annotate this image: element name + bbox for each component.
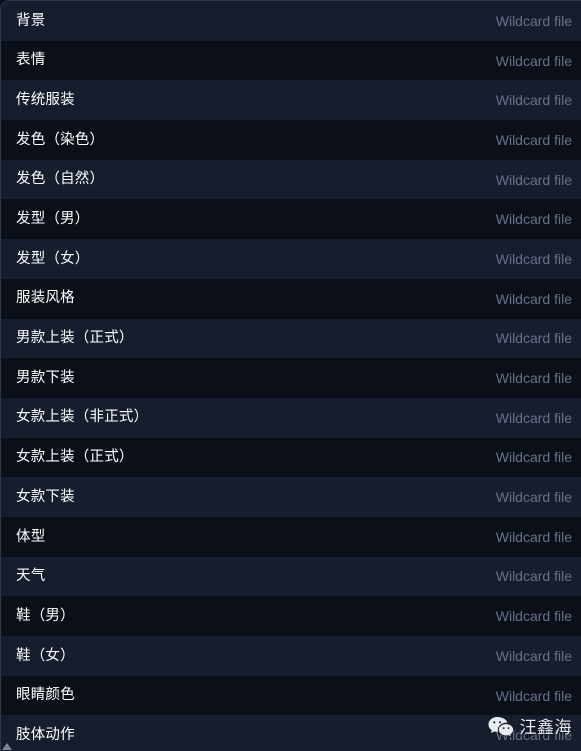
wildcard-list-row[interactable]: 女款上装（非正式） Wildcard file (1, 397, 581, 438)
wildcard-list-row[interactable]: 男款下装 Wildcard file (1, 358, 581, 398)
wildcard-row-label: 发型（女） (16, 250, 90, 267)
wildcard-list-row[interactable]: 体型 Wildcard file (1, 516, 581, 557)
wildcard-row-type: Wildcard file (495, 131, 572, 148)
wildcard-row-type: Wildcard file (495, 528, 572, 545)
wildcard-row-type: Wildcard file (495, 489, 572, 506)
wildcard-list-screen: 背景 Wildcard file 表情 Wildcard file 传统服装 Wildca… (0, 0, 581, 751)
wildcard-row-label: 男款下装 (16, 369, 75, 386)
wildcard-list-row[interactable]: 眼睛颜色 Wildcard file (1, 675, 581, 716)
wildcard-list-row[interactable]: 男款上装（正式） Wildcard file (1, 318, 581, 359)
wildcard-row-label: 体型 (16, 528, 46, 545)
wildcard-row-type: Wildcard file (495, 290, 572, 307)
wildcard-list-row[interactable]: 发型（男） Wildcard file (1, 199, 581, 240)
wildcard-row-type: Wildcard file (495, 647, 572, 664)
wildcard-row-type: Wildcard file (495, 608, 572, 625)
wildcard-row-label: 女款上装（非正式） (16, 409, 149, 426)
wildcard-list-row[interactable]: 发型（女） Wildcard file (1, 239, 581, 279)
wildcard-row-type: Wildcard file (495, 330, 572, 347)
wildcard-list-row[interactable]: 肢体动作 Wildcard file (1, 715, 581, 751)
wildcard-row-type: Wildcard file (495, 687, 572, 704)
wildcard-row-label: 发型（男） (16, 211, 90, 228)
wildcard-list-row[interactable]: 发色（自然） Wildcard file (1, 159, 581, 200)
wildcard-row-type: Wildcard file (495, 409, 572, 426)
wildcard-row-label: 天气 (16, 568, 46, 585)
wildcard-row-type: Wildcard file (495, 250, 572, 267)
wildcard-row-label: 眼睛颜色 (16, 687, 75, 704)
wildcard-row-label: 女款下装 (16, 488, 75, 505)
wildcard-file-list[interactable]: 背景 Wildcard file 表情 Wildcard file 传统服装 Wildca… (0, 0, 581, 751)
wildcard-row-label: 服装风格 (16, 290, 75, 307)
wildcard-list-row[interactable]: 背景 Wildcard file (1, 1, 581, 41)
wildcard-row-label: 表情 (16, 52, 46, 69)
wildcard-list-row[interactable]: 发色（染色） Wildcard file (1, 120, 581, 160)
wildcard-list-row[interactable]: 服装风格 Wildcard file (1, 278, 581, 319)
wildcard-list-row[interactable]: 鞋（女） Wildcard file (1, 636, 581, 676)
wildcard-row-label: 男款上装（正式） (16, 330, 134, 347)
wildcard-row-label: 鞋（女） (16, 647, 75, 664)
wildcard-row-label: 肢体动作 (16, 726, 75, 743)
wildcard-row-label: 传统服装 (16, 91, 75, 108)
scroll-up-arrow-icon[interactable] (2, 743, 12, 750)
wildcard-list-row[interactable]: 表情 Wildcard file (1, 40, 581, 81)
wildcard-row-type: Wildcard file (495, 171, 572, 188)
wildcard-row-type: Wildcard file (495, 92, 572, 109)
wildcard-row-label: 发色（自然） (16, 171, 105, 188)
wildcard-row-label: 发色（染色） (16, 131, 105, 148)
wildcard-row-label: 鞋（男） (16, 607, 75, 624)
wildcard-row-label: 女款上装（正式） (16, 449, 134, 466)
wildcard-row-label: 背景 (16, 12, 46, 29)
wildcard-row-type: Wildcard file (495, 727, 572, 744)
wildcard-row-type: Wildcard file (495, 568, 572, 585)
wildcard-row-type: Wildcard file (495, 12, 572, 29)
wildcard-list-row[interactable]: 女款上装（正式） Wildcard file (1, 437, 581, 478)
wildcard-list-row[interactable]: 鞋（男） Wildcard file (1, 596, 581, 636)
wildcard-row-type: Wildcard file (495, 211, 572, 228)
wildcard-row-type: Wildcard file (495, 449, 572, 466)
wildcard-list-row[interactable]: 天气 Wildcard file (1, 556, 581, 597)
wildcard-row-type: Wildcard file (495, 52, 572, 69)
wildcard-row-type: Wildcard file (495, 370, 572, 387)
wildcard-list-row[interactable]: 传统服装 Wildcard file (1, 80, 581, 121)
wildcard-list-row[interactable]: 女款下装 Wildcard file (1, 477, 581, 517)
